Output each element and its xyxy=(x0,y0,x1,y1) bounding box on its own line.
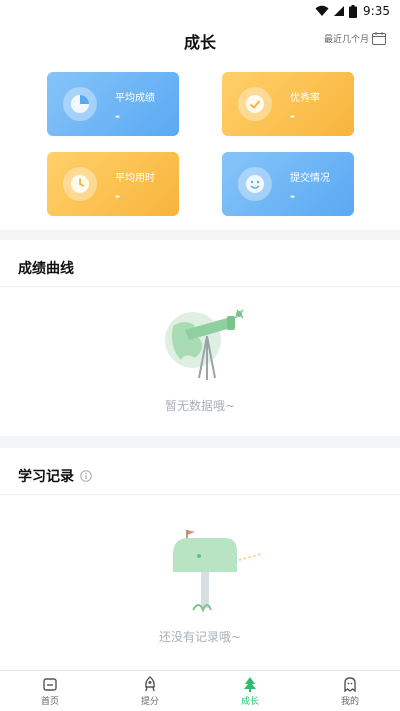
divider xyxy=(0,494,400,495)
period-filter-label: 最近几个月 xyxy=(323,35,369,45)
bottom-tab-bar: 首页 提分 成长 我的 xyxy=(0,670,400,711)
section-heading: 学习记录 xyxy=(18,469,74,485)
pie-chart-icon xyxy=(63,87,97,121)
tab-mine[interactable]: 我的 xyxy=(300,671,400,711)
home-icon xyxy=(43,677,57,691)
battery-icon xyxy=(349,4,358,18)
smile-face-icon xyxy=(238,167,272,201)
tab-label: 首页 xyxy=(40,696,59,707)
score-curve-title: 成绩曲线 xyxy=(18,258,74,278)
stats-panel: 平均成绩 - 优秀率 - 平均用时 - 提交情况 - xyxy=(0,60,400,230)
stat-value: - xyxy=(115,108,120,123)
clock-icon xyxy=(63,167,97,201)
stat-label: 平均用时 xyxy=(115,172,155,184)
tab-label: 成长 xyxy=(240,696,259,707)
calendar-icon xyxy=(372,32,386,45)
stat-value: - xyxy=(290,108,295,123)
ghost-icon xyxy=(344,676,356,692)
divider xyxy=(0,286,400,287)
status-time: 9:35 xyxy=(363,4,390,18)
tab-home[interactable]: 首页 xyxy=(0,671,100,711)
status-bar: 9:35 xyxy=(0,0,400,22)
empty-state-text: 暂无数据哦~ xyxy=(164,399,236,413)
tab-boost[interactable]: 提分 xyxy=(100,671,200,711)
info-icon[interactable] xyxy=(80,470,92,482)
tab-label: 提分 xyxy=(140,696,159,707)
stat-card-submission[interactable]: 提交情况 - xyxy=(222,152,354,216)
stat-value: - xyxy=(290,188,295,203)
stat-value: - xyxy=(115,188,120,203)
app-header: 成长 最近几个月 xyxy=(0,22,400,61)
telescope-globe-illustration xyxy=(165,309,244,380)
period-filter-button[interactable]: 最近几个月 xyxy=(324,32,386,45)
tab-label: 我的 xyxy=(340,696,359,707)
signal-icon xyxy=(334,6,345,16)
stat-card-average-score[interactable]: 平均成绩 - xyxy=(47,72,179,136)
stat-label: 提交情况 xyxy=(290,172,330,184)
mailbox-illustration xyxy=(173,530,262,613)
stat-card-excellent-rate[interactable]: 优秀率 - xyxy=(222,72,354,136)
page-title: 成长 xyxy=(183,33,216,52)
score-curve-section: 成绩曲线 暂无数据哦~ xyxy=(0,240,400,436)
check-circle-icon xyxy=(238,87,272,121)
study-record-section: 学习记录 还没有记录哦~ xyxy=(0,448,400,670)
empty-state-text: 还没有记录哦~ xyxy=(158,630,242,644)
wifi-icon xyxy=(315,5,329,16)
stat-card-average-time[interactable]: 平均用时 - xyxy=(47,152,179,216)
stat-label: 平均成绩 xyxy=(115,92,155,104)
study-record-title: 学习记录 xyxy=(18,466,92,486)
rocket-icon xyxy=(145,675,155,691)
stat-label: 优秀率 xyxy=(290,92,320,104)
status-icons xyxy=(315,4,358,18)
tab-growth[interactable]: 成长 xyxy=(200,671,300,711)
section-heading: 成绩曲线 xyxy=(18,261,74,277)
tree-icon xyxy=(244,676,256,692)
